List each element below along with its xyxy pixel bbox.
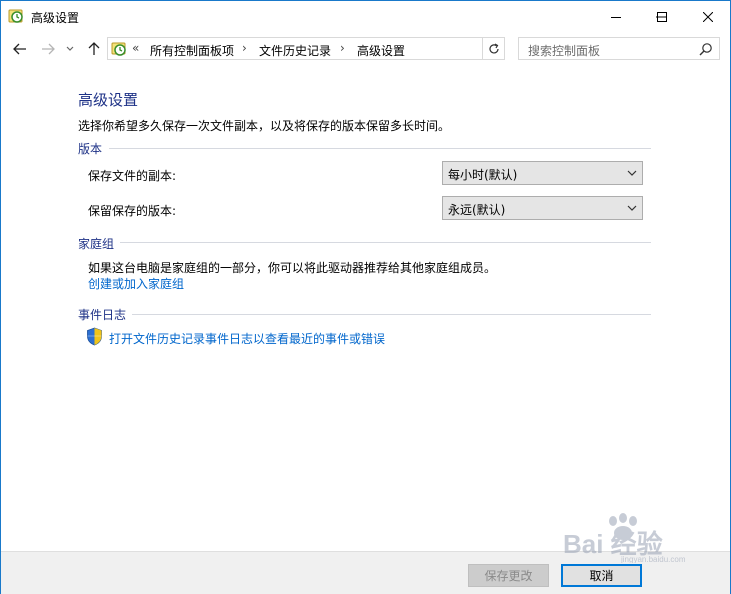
control-panel-icon — [111, 42, 126, 56]
refresh-icon — [488, 42, 499, 53]
keep-versions-label: 保留保存的版本: — [88, 204, 177, 218]
maximize-button[interactable] — [639, 1, 685, 32]
page-title: 高级设置 — [78, 91, 139, 109]
shield-icon — [87, 327, 102, 346]
up-button[interactable] — [85, 40, 103, 58]
section-divider — [109, 148, 651, 149]
event-log-heading: 事件日志 — [78, 308, 127, 322]
file-history-icon — [8, 9, 23, 23]
breadcrumb-item-all-items[interactable]: 所有控制面板项 — [150, 42, 234, 59]
minimize-icon — [611, 16, 621, 18]
homegroup-text: 如果这台电脑是家庭组的一部分，你可以将此驱动器推荐给其他家庭组成员。 — [88, 261, 497, 275]
search-input[interactable]: 搜索控制面板 — [528, 42, 600, 59]
save-changes-button[interactable]: 保存更改 — [468, 564, 549, 587]
watermark-sub: jingyan.baidu.com — [620, 555, 686, 563]
homegroup-link[interactable]: 创建或加入家庭组 — [88, 275, 184, 292]
keep-versions-dropdown[interactable]: 永远(默认) — [442, 196, 643, 220]
chevron-down-icon — [627, 205, 637, 211]
keep-versions-value: 永远(默认) — [448, 203, 506, 217]
baidu-paw-logo: Bai 经验 jingyan.baidu.com — [563, 513, 686, 564]
back-button[interactable] — [11, 40, 29, 58]
breadcrumb-overflow[interactable]: « — [132, 41, 139, 55]
window: 高级设置 « 所有控制面板项 › 文件历史记录 › 高级设置 搜索控制面板 高级… — [0, 0, 731, 594]
page-description: 选择你希望多久保存一次文件副本，以及将保存的版本保留多长时间。 — [78, 119, 451, 133]
baidu-watermark: Bai 经验 jingyan.baidu.com — [561, 513, 696, 564]
minimize-button[interactable] — [593, 1, 639, 32]
event-log-link[interactable]: 打开文件历史记录事件日志以查看最近的事件或错误 — [109, 330, 385, 347]
forward-arrow-icon — [42, 43, 55, 55]
close-icon — [703, 11, 713, 22]
recent-locations-button[interactable] — [64, 40, 76, 58]
address-bar[interactable]: « 所有控制面板项 › 文件历史记录 › 高级设置 — [107, 37, 483, 60]
window-title: 高级设置 — [31, 11, 80, 25]
breadcrumb-item-file-history[interactable]: 文件历史记录 — [259, 42, 331, 59]
breadcrumb-separator[interactable]: › — [242, 41, 247, 55]
homegroup-heading: 家庭组 — [78, 237, 115, 251]
breadcrumb-item-advanced-settings[interactable]: 高级设置 — [357, 42, 405, 59]
up-arrow-icon — [88, 42, 100, 55]
section-divider — [120, 242, 651, 243]
save-copies-dropdown[interactable]: 每小时(默认) — [442, 161, 643, 185]
search-box[interactable]: 搜索控制面板 — [518, 37, 720, 60]
forward-button[interactable] — [39, 40, 57, 58]
save-copies-value: 每小时(默认) — [448, 168, 518, 182]
refresh-button[interactable] — [483, 37, 505, 60]
close-button[interactable] — [685, 1, 731, 32]
maximize-icon — [657, 11, 667, 22]
save-copies-label: 保存文件的副本: — [88, 169, 177, 183]
main-content: 高级设置 选择你希望多久保存一次文件副本，以及将保存的版本保留多长时间。 版本 … — [1, 66, 730, 551]
chevron-down-icon — [66, 46, 74, 51]
search-icon[interactable] — [699, 42, 713, 56]
navigation-bar: « 所有控制面板项 › 文件历史记录 › 高级设置 搜索控制面板 — [1, 32, 730, 66]
section-divider — [132, 314, 651, 315]
cancel-button[interactable]: 取消 — [561, 564, 642, 587]
back-arrow-icon — [13, 43, 26, 55]
chevron-down-icon — [627, 170, 637, 176]
breadcrumb-separator[interactable]: › — [340, 41, 345, 55]
versions-heading: 版本 — [78, 142, 103, 156]
